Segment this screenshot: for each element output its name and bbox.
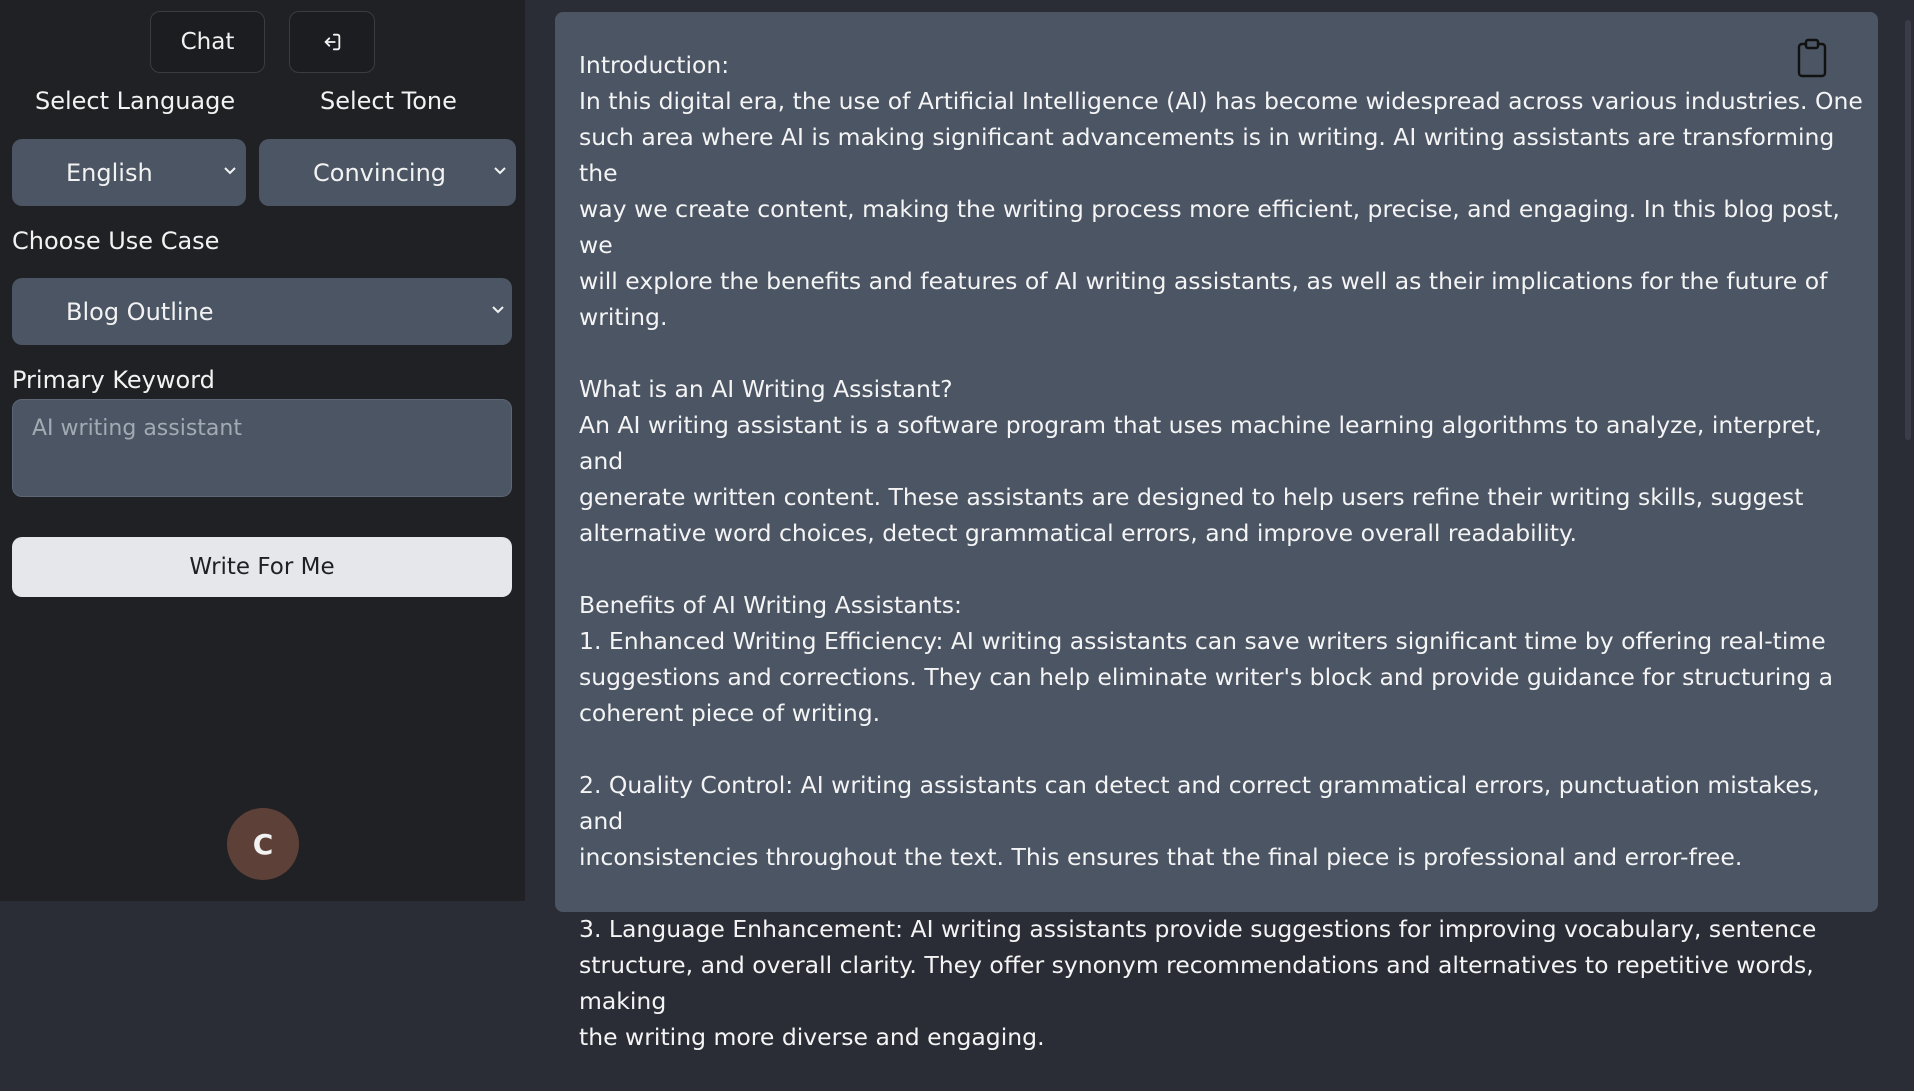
chat-button[interactable]: Chat	[150, 11, 265, 73]
use-case-select[interactable]: Blog Outline	[12, 278, 512, 345]
primary-keyword-label: Primary Keyword	[12, 366, 215, 394]
scrollbar[interactable]	[1902, 0, 1914, 901]
output-paragraph: 3. Language Enhancement: AI writing assi…	[579, 911, 1869, 1055]
chevron-down-icon	[492, 306, 504, 314]
language-value: English	[66, 158, 153, 187]
output-line: suggestions and corrections. They can he…	[579, 663, 1834, 691]
keyword-placeholder: AI writing assistant	[32, 416, 242, 441]
logout-button[interactable]	[289, 11, 375, 73]
output-line: 2. Quality Control: AI writing assistant…	[579, 771, 1820, 835]
output-line: 1. Enhanced Writing Efficiency: AI writi…	[579, 627, 1826, 655]
use-case-value: Blog Outline	[66, 297, 214, 326]
generated-text: Introduction: In this digital era, the us…	[579, 47, 1869, 1091]
output-line: Benefits of AI Writing Assistants:	[579, 591, 962, 619]
output-card: Introduction: In this digital era, the us…	[555, 12, 1878, 1051]
tone-value: Convincing	[313, 158, 447, 187]
write-for-me-button[interactable]: Write For Me	[12, 537, 512, 597]
output-line: An AI writing assistant is a software pr…	[579, 411, 1822, 475]
sidebar: Chat Select Language Select Tone English…	[0, 0, 525, 901]
language-select[interactable]: English	[12, 139, 246, 206]
select-language-label: Select Language	[35, 87, 236, 115]
output-line: inconsistencies throughout the text. Thi…	[579, 843, 1743, 871]
select-tone-label: Select Tone	[320, 87, 457, 115]
output-line: 3. Language Enhancement: AI writing assi…	[579, 915, 1817, 943]
output-line: In this digital era, the use of Artifici…	[579, 87, 1863, 115]
output-line: alternative word choices, detect grammat…	[579, 519, 1577, 547]
output-line: generate written content. These assistan…	[579, 483, 1804, 511]
chevron-down-icon	[224, 167, 236, 175]
scrollbar-thumb[interactable]	[1905, 20, 1911, 440]
output-line: coherent piece of writing.	[579, 699, 881, 727]
use-case-label: Choose Use Case	[12, 227, 220, 255]
primary-keyword-input[interactable]: AI writing assistant	[12, 399, 512, 497]
output-line: way we create content, making the writin…	[579, 195, 1840, 259]
logout-icon	[324, 33, 341, 51]
output-line: What is an AI Writing Assistant?	[579, 375, 953, 403]
chevron-down-icon	[494, 167, 506, 175]
output-line: will explore the benefits and features o…	[579, 267, 1828, 295]
output-line: Introduction:	[579, 51, 730, 79]
output-paragraph: Benefits of AI Writing Assistants: 1. Enh…	[579, 587, 1869, 731]
tone-select[interactable]: Convincing	[259, 139, 516, 206]
output-line: structure, and overall clarity. They off…	[579, 951, 1814, 1015]
output-area: Introduction: In this digital era, the us…	[525, 0, 1914, 1051]
output-paragraph: 2. Quality Control: AI writing assistant…	[579, 767, 1869, 875]
output-line: writing.	[579, 303, 668, 331]
output-paragraph: What is an AI Writing Assistant? An AI wr…	[579, 371, 1869, 551]
output-line: such area where AI is making significant…	[579, 123, 1835, 187]
avatar[interactable]: C	[227, 808, 299, 880]
output-paragraph: Introduction: In this digital era, the us…	[579, 47, 1869, 335]
output-line: the writing more diverse and engaging.	[579, 1023, 1045, 1051]
